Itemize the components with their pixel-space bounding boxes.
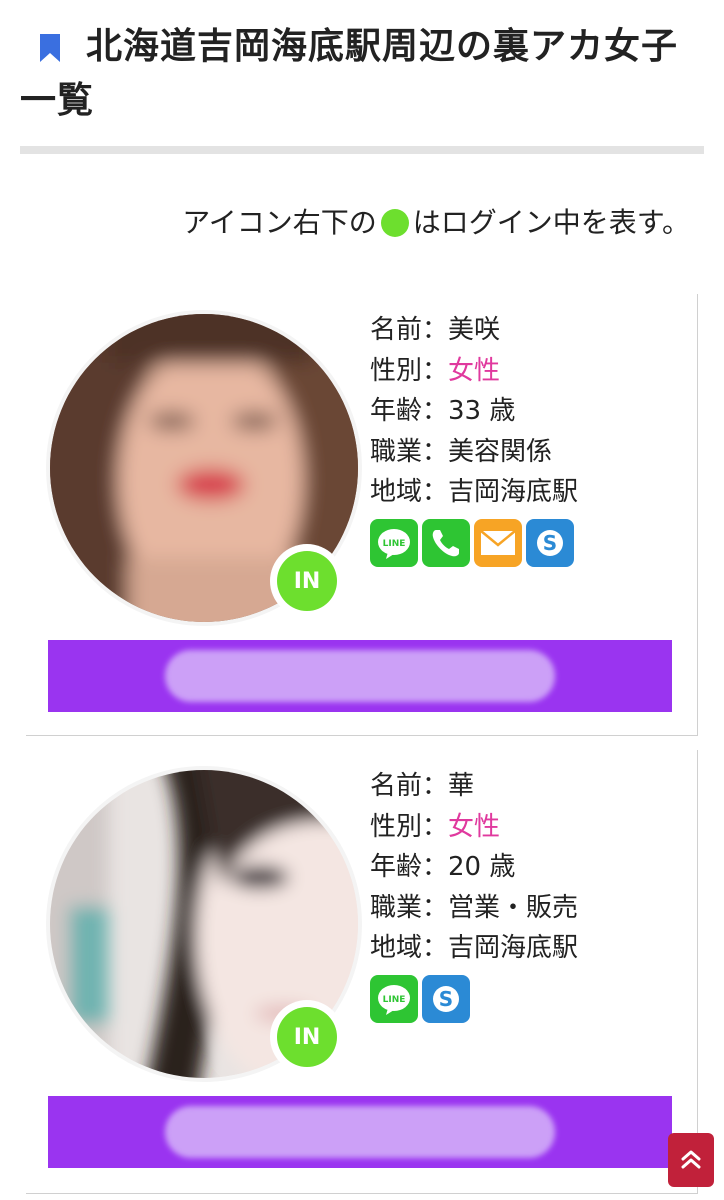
gender-label: 性別 (370, 355, 423, 386)
profile-info: 名前：美咲 性別：女性 年齢：33 歳 職業：美容関係 地域：吉岡海底駅 LIN… (370, 310, 578, 567)
gender-row: 性別：女性 (370, 351, 578, 392)
age-row: 年齢：20 歳 (370, 847, 578, 888)
age-label: 年齢 (370, 396, 423, 426)
separator: ： (422, 811, 449, 842)
line-icon[interactable]: LINE (370, 974, 418, 1023)
gender-value: 女性 (448, 811, 501, 842)
area-label: 地域 (370, 477, 423, 507)
avatar-container[interactable]: IN (46, 310, 362, 626)
age-value: 33 歳 (448, 396, 516, 426)
separator: ： (422, 355, 449, 386)
legend-text-after: はログイン中を表す。 (412, 206, 690, 239)
contact-icons: LINE S (370, 974, 578, 1023)
svg-text:LINE: LINE (383, 995, 406, 1005)
separator: ： (422, 315, 449, 345)
separator: ： (422, 436, 449, 467)
svg-text:S: S (543, 531, 557, 555)
phone-icon[interactable] (422, 518, 470, 567)
gender-value: 女性 (448, 355, 501, 386)
separator: ： (422, 771, 449, 801)
profile-card[interactable]: IN 名前：華 性別：女性 年齢：20 歳 職業：営業・販売 地域：吉岡海底駅 … (26, 750, 698, 1194)
mail-icon[interactable] (474, 518, 522, 567)
contact-button[interactable] (48, 640, 672, 712)
name-value: 華 (448, 771, 475, 801)
separator: ： (422, 933, 449, 963)
online-badge: IN (270, 544, 344, 618)
line-icon[interactable]: LINE (370, 518, 418, 567)
separator: ： (422, 852, 449, 882)
separator: ： (422, 396, 449, 426)
separator: ： (422, 477, 449, 507)
legend-text-before: アイコン右下の (182, 206, 377, 239)
online-badge-label: IN (277, 551, 337, 611)
header-divider (20, 146, 704, 154)
age-value: 20 歳 (448, 852, 516, 882)
avatar-container[interactable]: IN (46, 766, 362, 1082)
name-value: 美咲 (448, 315, 501, 345)
name-label: 名前 (370, 315, 423, 345)
skype-icon[interactable]: S (422, 974, 470, 1023)
occupation-label: 職業 (370, 892, 423, 923)
online-dot-icon (380, 209, 409, 237)
blurred-button-label (165, 650, 555, 702)
contact-icons: LINE S (370, 518, 578, 567)
skype-icon[interactable]: S (526, 518, 574, 567)
occupation-value: 美容関係 (448, 436, 553, 467)
name-row: 名前：美咲 (370, 310, 578, 351)
page-header: 北海道吉岡海底駅周辺の裏アカ女子一覧 (20, 20, 704, 128)
area-row: 地域：吉岡海底駅 (370, 472, 578, 513)
profile-card[interactable]: IN 名前：美咲 性別：女性 年齢：33 歳 職業：美容関係 地域：吉岡海底駅 … (26, 294, 698, 736)
blurred-button-label (165, 1106, 555, 1158)
page-title: 北海道吉岡海底駅周辺の裏アカ女子一覧 (20, 26, 679, 121)
contact-button[interactable] (48, 1096, 672, 1168)
svg-text:S: S (439, 987, 453, 1011)
age-row: 年齢：33 歳 (370, 391, 578, 432)
name-label: 名前 (370, 771, 423, 801)
online-badge: IN (270, 1000, 344, 1074)
occupation-row: 職業：美容関係 (370, 432, 578, 473)
area-value: 吉岡海底駅 (448, 933, 579, 963)
profile-info: 名前：華 性別：女性 年齢：20 歳 職業：営業・販売 地域：吉岡海底駅 LIN… (370, 766, 578, 1023)
double-chevron-up-icon (681, 1150, 701, 1169)
occupation-row: 職業：営業・販売 (370, 888, 578, 929)
age-label: 年齢 (370, 852, 423, 882)
online-legend: アイコン右下の はログイン中を表す。 (182, 198, 690, 248)
bookmark-icon (40, 34, 60, 62)
occupation-value: 営業・販売 (448, 892, 579, 923)
occupation-label: 職業 (370, 436, 423, 467)
gender-row: 性別：女性 (370, 807, 578, 848)
svg-text:LINE: LINE (383, 539, 406, 549)
area-row: 地域：吉岡海底駅 (370, 928, 578, 969)
scroll-to-top-button[interactable] (668, 1133, 714, 1187)
online-badge-label: IN (277, 1007, 337, 1067)
gender-label: 性別 (370, 811, 423, 842)
name-row: 名前：華 (370, 766, 578, 807)
separator: ： (422, 892, 449, 923)
area-value: 吉岡海底駅 (448, 477, 579, 507)
area-label: 地域 (370, 933, 423, 963)
